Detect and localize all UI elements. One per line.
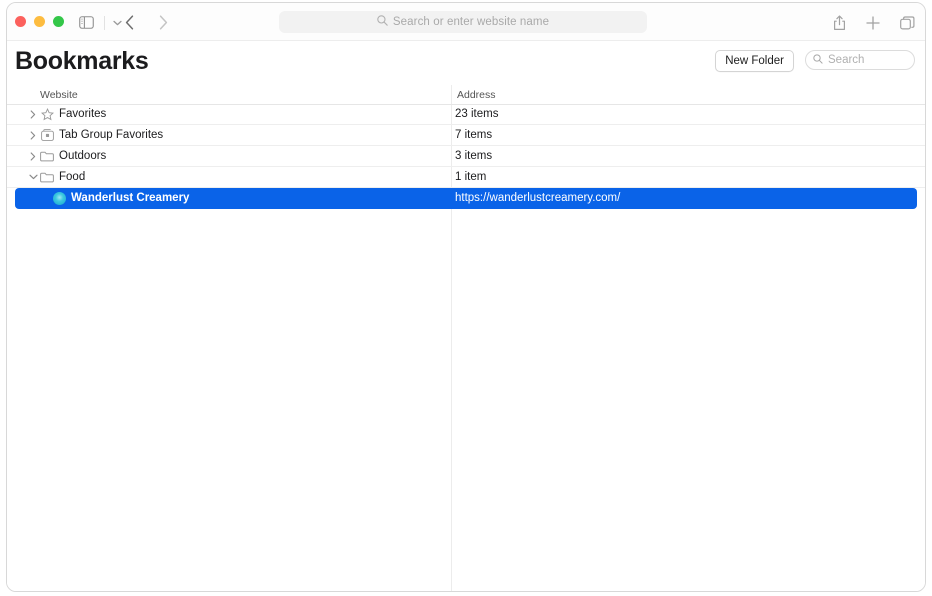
page-title: Bookmarks: [15, 47, 149, 75]
chevron-down-icon[interactable]: [27, 167, 39, 187]
plus-icon[interactable]: [863, 12, 883, 33]
bookmarks-table: Website Address Favorites 23 items Tab G…: [7, 85, 925, 591]
chevron-left-icon[interactable]: [119, 12, 139, 33]
table-row[interactable]: Tab Group Favorites 7 items: [7, 125, 925, 146]
bookmarks-row-list: Favorites 23 items Tab Group Favorites 7…: [7, 104, 925, 209]
folder-icon: [39, 167, 55, 187]
tab-overview-icon[interactable]: [897, 12, 917, 33]
bookmarks-search-placeholder: Search: [828, 54, 865, 66]
sidebar-icon[interactable]: [73, 12, 99, 33]
folder-icon: [39, 146, 55, 166]
chevron-right-icon[interactable]: [27, 125, 39, 145]
search-icon: [377, 13, 388, 31]
chevron-right-icon[interactable]: [27, 146, 39, 166]
table-row[interactable]: Outdoors 3 items: [7, 146, 925, 167]
chevron-right-icon[interactable]: [153, 12, 173, 33]
new-folder-button[interactable]: New Folder: [715, 50, 794, 72]
share-icon[interactable]: [829, 12, 849, 33]
address-bar-placeholder: Search or enter website name: [392, 16, 550, 28]
sidebar-controls: [73, 12, 124, 33]
toolbar-right-actions: [829, 12, 917, 33]
address-bar[interactable]: Search or enter website name: [279, 11, 647, 33]
bookmark-address: 1 item: [455, 171, 487, 183]
toolbar-divider: [104, 15, 105, 30]
browser-toolbar: Search or enter website name: [7, 3, 925, 41]
bookmark-name: Food: [59, 171, 86, 183]
search-icon: [813, 51, 823, 69]
table-row[interactable]: Food 1 item: [7, 167, 925, 188]
bookmark-name: Wanderlust Creamery: [71, 192, 190, 204]
column-header-website[interactable]: Website: [40, 89, 78, 101]
table-row[interactable]: Favorites 23 items: [7, 104, 925, 125]
star-icon: [39, 104, 55, 124]
table-row[interactable]: Wanderlust Creamery https://wanderlustcr…: [15, 188, 917, 209]
bookmark-name: Outdoors: [59, 150, 107, 162]
bookmarks-search-field[interactable]: Search: [805, 50, 915, 70]
navigation-buttons: [119, 12, 173, 33]
tab-group-icon: [39, 125, 55, 145]
minimize-button[interactable]: [34, 16, 45, 27]
column-header-address[interactable]: Address: [457, 89, 496, 101]
bookmark-address: 7 items: [455, 129, 493, 141]
bookmark-address: 3 items: [455, 150, 493, 162]
bookmark-name: Tab Group Favorites: [59, 129, 164, 141]
close-button[interactable]: [15, 16, 26, 27]
zoom-button[interactable]: [53, 16, 64, 27]
bookmark-address: https://wanderlustcreamery.com/: [455, 192, 621, 204]
bookmark-name: Favorites: [59, 108, 107, 120]
bookmark-address: 23 items: [455, 108, 499, 120]
chevron-right-icon[interactable]: [27, 104, 39, 124]
safari-window: Search or enter website name Bookmarks N…: [6, 2, 926, 592]
bookmarks-header: Bookmarks New Folder Search: [7, 41, 925, 85]
table-column-headers: Website Address: [7, 85, 925, 105]
traffic-lights: [15, 16, 64, 27]
website-favicon: [51, 188, 67, 208]
